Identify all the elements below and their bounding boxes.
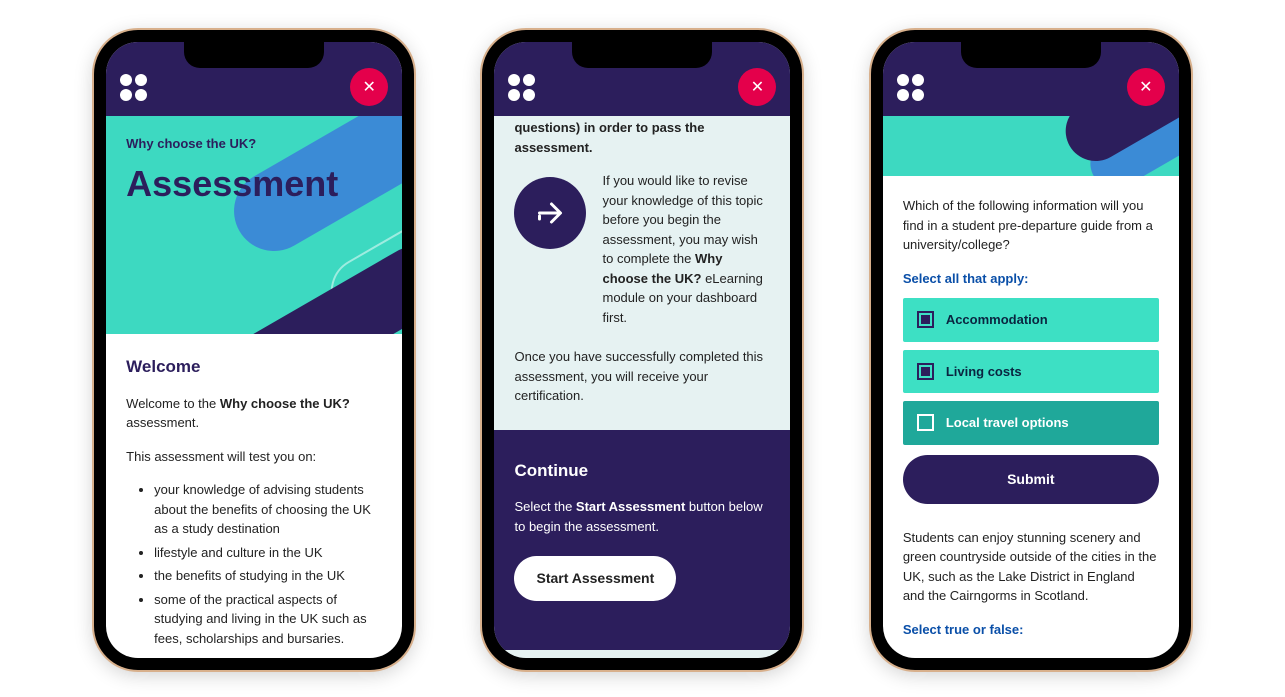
continue-heading: Continue [514, 458, 770, 484]
checkbox-checked-icon [917, 311, 934, 328]
list-item: your knowledge of advising students abou… [154, 480, 382, 539]
close-button[interactable]: ✕ [1127, 68, 1165, 106]
list-item: the benefits of studying in the UK [154, 566, 382, 586]
phone-notch [961, 42, 1101, 68]
checkbox-checked-icon [917, 363, 934, 380]
hero-title: Assessment [126, 163, 382, 205]
option-local-travel[interactable]: Local travel options [903, 401, 1159, 445]
close-button[interactable]: ✕ [350, 68, 388, 106]
phone-mockup-3: ✕ Which of the following information wil… [871, 30, 1191, 670]
hero-banner: Why choose the UK? Assessment [106, 116, 402, 334]
cutoff-text: questions) in order to pass the assessme… [514, 116, 770, 171]
hero-subtitle: Why choose the UK? [126, 136, 382, 151]
app-logo-icon [897, 74, 924, 101]
close-icon: ✕ [751, 77, 764, 97]
phone-mockup-1: ✕ Why choose the UK? Assessment Welcome … [94, 30, 414, 670]
screen-2: ✕ questions) in order to pass the assess… [494, 42, 790, 658]
info-panel: questions) in order to pass the assessme… [494, 116, 790, 430]
screen-1: ✕ Why choose the UK? Assessment Welcome … [106, 42, 402, 658]
list-item: some of the practical aspects of studyin… [154, 590, 382, 649]
option-accommodation[interactable]: Accommodation [903, 298, 1159, 342]
continue-text: Select the Start Assessment button below… [514, 497, 770, 536]
option-label: Living costs [946, 362, 1022, 382]
question-text: Which of the following information will … [903, 196, 1159, 255]
submit-button[interactable]: Submit [903, 455, 1159, 504]
certification-text: Once you have successfully completed thi… [514, 347, 770, 406]
statement-text: Students can enjoy stunning scenery and … [903, 528, 1159, 606]
revise-row: If you would like to revise your knowled… [514, 171, 770, 327]
welcome-content: Welcome Welcome to the Why choose the UK… [106, 334, 402, 658]
question-content: Which of the following information will … [883, 176, 1179, 658]
screen-3: ✕ Which of the following information wil… [883, 42, 1179, 658]
test-intro: This assessment will test you on: [126, 447, 382, 467]
close-icon: ✕ [1139, 77, 1152, 97]
revise-text: If you would like to revise your knowled… [602, 171, 770, 327]
phone-notch [184, 42, 324, 68]
instruction-text: Select true or false: [903, 620, 1159, 640]
welcome-heading: Welcome [126, 354, 382, 380]
option-label: Accommodation [946, 310, 1048, 330]
start-assessment-button[interactable]: Start Assessment [514, 556, 676, 601]
test-bullets: your knowledge of advising students abou… [126, 480, 382, 648]
close-button[interactable]: ✕ [738, 68, 776, 106]
app-logo-icon [120, 74, 147, 101]
option-label: Local travel options [946, 413, 1069, 433]
app-logo-icon [508, 74, 535, 101]
list-item: lifestyle and culture in the UK [154, 543, 382, 563]
phone-notch [572, 42, 712, 68]
close-icon: ✕ [362, 77, 375, 97]
hero-banner-small [883, 116, 1179, 176]
option-living-costs[interactable]: Living costs [903, 350, 1159, 394]
arrow-icon [514, 177, 586, 249]
instruction-text: Select all that apply: [903, 269, 1159, 289]
checkbox-unchecked-icon [917, 414, 934, 431]
phone-mockup-2: ✕ questions) in order to pass the assess… [482, 30, 802, 670]
continue-panel: Continue Select the Start Assessment but… [494, 430, 790, 650]
welcome-text: Welcome to the Why choose the UK? assess… [126, 394, 382, 433]
